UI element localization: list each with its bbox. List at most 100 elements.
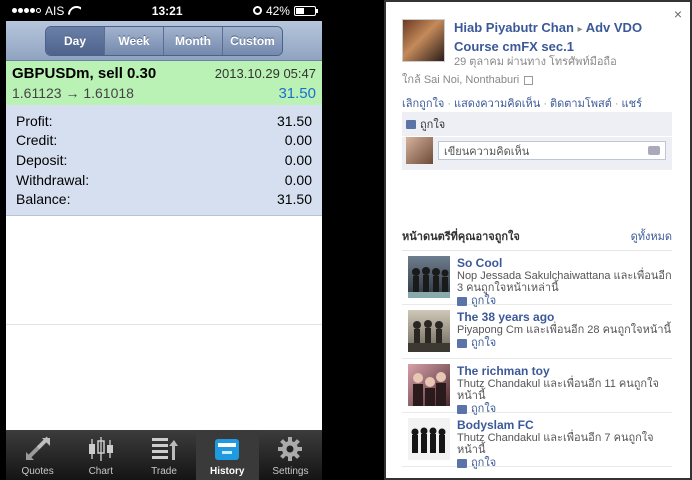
summary-label: Balance: [16, 191, 71, 208]
wifi-icon [68, 6, 81, 15]
tab-label: History [209, 466, 245, 477]
summary-row-withdrawal: Withdrawal: 0.00 [16, 170, 312, 190]
page-thumbnail[interactable] [408, 256, 450, 298]
arrow-icon: ▸ [577, 24, 583, 35]
carrier: AIS [45, 3, 65, 18]
bottom-tab-bar: Quotes Chart Trade History Settings [6, 430, 322, 480]
battery-percent: 42% [265, 3, 290, 18]
summary-value: 31.50 [276, 112, 312, 129]
like-label: ถูกใจ [471, 295, 497, 307]
page-thumbnail[interactable] [408, 310, 450, 352]
action-separator: · [614, 98, 619, 110]
like-label: ถูกใจ [471, 457, 497, 469]
page-name[interactable]: Bodyslam FC [457, 418, 672, 432]
camera-icon[interactable] [648, 146, 660, 155]
signal-icon [12, 8, 41, 13]
tab-week[interactable]: Week [105, 26, 164, 55]
share-link[interactable]: แชร์ [622, 98, 642, 110]
tab-label: Chart [88, 466, 114, 477]
page-thumbnail[interactable] [408, 418, 450, 460]
like-label: ถูกใจ [471, 403, 497, 415]
status-bar: AIS 13:21 42% [6, 0, 322, 21]
battery-icon [293, 5, 318, 16]
tab-quotes[interactable]: Quotes [6, 430, 69, 480]
trade-icon [149, 435, 179, 463]
map-icon [524, 75, 534, 85]
like-label: ถูกใจ [420, 119, 446, 131]
suggested-page: The 38 years ago Piyapong Cm และเพื่อนอี… [402, 305, 672, 359]
summary-label: Deposit: [16, 151, 68, 168]
page-friends: Nop Jessada Sakulchaiwattana และเพื่อนอี… [457, 270, 672, 294]
post-author-link[interactable]: Hiab Piyabutr Chan [454, 20, 574, 35]
like-summary: ถูกใจ [402, 112, 672, 137]
location-text: ใกล้ Sai Noi, Nonthaburi [402, 74, 520, 86]
thumbs-up-icon [457, 458, 467, 468]
page-name[interactable]: The 38 years ago [457, 310, 671, 324]
suggested-page: So Cool Nop Jessada Sakulchaiwattana และ… [402, 251, 672, 308]
tab-label: Trade [151, 466, 177, 477]
page-name[interactable]: So Cool [457, 256, 672, 270]
account-summary: Profit: 31.50 Credit: 0.00 Deposit: 0.00 Wi… [6, 105, 322, 216]
deal-row[interactable]: GBPUSDm, sell 0.30 2013.10.29 05:47 1.61… [6, 61, 322, 105]
page-like-button[interactable]: ถูกใจ [457, 456, 672, 470]
facebook-photo-panel: × Hiab Piyabutr Chan ▸ Adv VDO Course cm… [384, 0, 692, 480]
page-like-button[interactable]: ถูกใจ [457, 402, 672, 416]
summary-value: 0.00 [284, 132, 312, 149]
post-actions: เลิกถูกใจ · แสดงความคิดเห็น · ติดตามโพสต์ · แช… [402, 94, 642, 112]
history-icon [212, 435, 242, 463]
summary-label: Credit: [16, 132, 58, 149]
summary-value: 31.50 [276, 191, 312, 208]
comment-input[interactable]: เขียนความคิดเห็น [438, 141, 666, 160]
summary-row-profit: Profit: 31.50 [16, 111, 312, 131]
summary-label: Withdrawal: [16, 171, 90, 188]
comment-link[interactable]: แสดงความคิดเห็น [454, 98, 540, 110]
tab-settings[interactable]: Settings [259, 430, 322, 480]
unlike-link[interactable]: เลิกถูกใจ [402, 98, 444, 110]
thumbs-up-icon [457, 338, 467, 348]
commenter-avatar [406, 137, 433, 164]
thumbs-up-icon [457, 404, 467, 414]
screenshot: AIS 13:21 42% Day Week Month Custom GBPU… [0, 0, 692, 480]
comment-row: เขียนความคิดเห็น [406, 137, 666, 164]
page-friends: Thutz Chandakul และเพื่อนอีก 7 คนถูกใจหน… [457, 432, 654, 456]
summary-row-credit: Credit: 0.00 [16, 131, 312, 151]
history-list-empty-area [6, 216, 322, 433]
page-like-button[interactable]: ถูกใจ [457, 294, 672, 308]
author-avatar[interactable] [402, 19, 445, 62]
suggested-pages-header: หน้าดนตรีที่คุณอาจถูกใจ [402, 231, 520, 243]
comment-placeholder: เขียนความคิดเห็น [444, 145, 530, 158]
tab-month[interactable]: Month [164, 26, 223, 55]
mt4-phone-screen: AIS 13:21 42% Day Week Month Custom GBPU… [6, 0, 322, 480]
deal-datetime: 2013.10.29 05:47 [214, 66, 316, 81]
page-thumbnail[interactable] [408, 364, 450, 406]
period-segmented-control: Day Week Month Custom [45, 25, 283, 56]
action-separator: · [447, 98, 451, 110]
action-separator: · [543, 98, 547, 110]
suggested-page: The richman toy Thutz Chandakul และเพื่อ… [402, 359, 672, 416]
tab-label: Quotes [21, 466, 54, 477]
summary-value: 0.00 [284, 171, 312, 188]
tab-day[interactable]: Day [46, 26, 105, 55]
tab-custom[interactable]: Custom [223, 26, 282, 55]
clock: 13:21 [151, 3, 183, 18]
page-name[interactable]: The richman toy [457, 364, 672, 378]
page-friends: Piyapong Cm และเพื่อนอีก 28 คนถูกใจหน้าน… [457, 324, 672, 336]
follow-post-link[interactable]: ติดตามโพสต์ [550, 98, 612, 110]
deal-profit: 31.50 [278, 85, 316, 102]
tab-trade[interactable]: Trade [132, 430, 195, 480]
post-meta: 29 ตุลาคม ผ่านทาง โทรศัพท์มือถือ [454, 56, 617, 68]
see-all-link[interactable]: ดูทั้งหมด [631, 227, 672, 245]
suggested-page: Bodyslam FC Thutz Chandakul และเพื่อนอีก… [402, 413, 672, 470]
summary-row-balance: Balance: 31.50 [16, 189, 312, 209]
tab-chart[interactable]: Chart [69, 430, 132, 480]
deal-prices: 1.61123 → 1.61018 [12, 85, 134, 101]
tab-label: Settings [272, 466, 309, 477]
summary-label: Profit: [16, 112, 53, 129]
page-like-button[interactable]: ถูกใจ [457, 336, 671, 350]
summary-row-deposit: Deposit: 0.00 [16, 150, 312, 170]
alarm-icon [252, 6, 262, 15]
thumbs-up-icon [406, 119, 416, 129]
thumbs-up-icon [457, 296, 467, 306]
tab-history[interactable]: History [195, 430, 259, 480]
post-header: Hiab Piyabutr Chan ▸ Adv VDO Course cmFX… [402, 19, 684, 69]
